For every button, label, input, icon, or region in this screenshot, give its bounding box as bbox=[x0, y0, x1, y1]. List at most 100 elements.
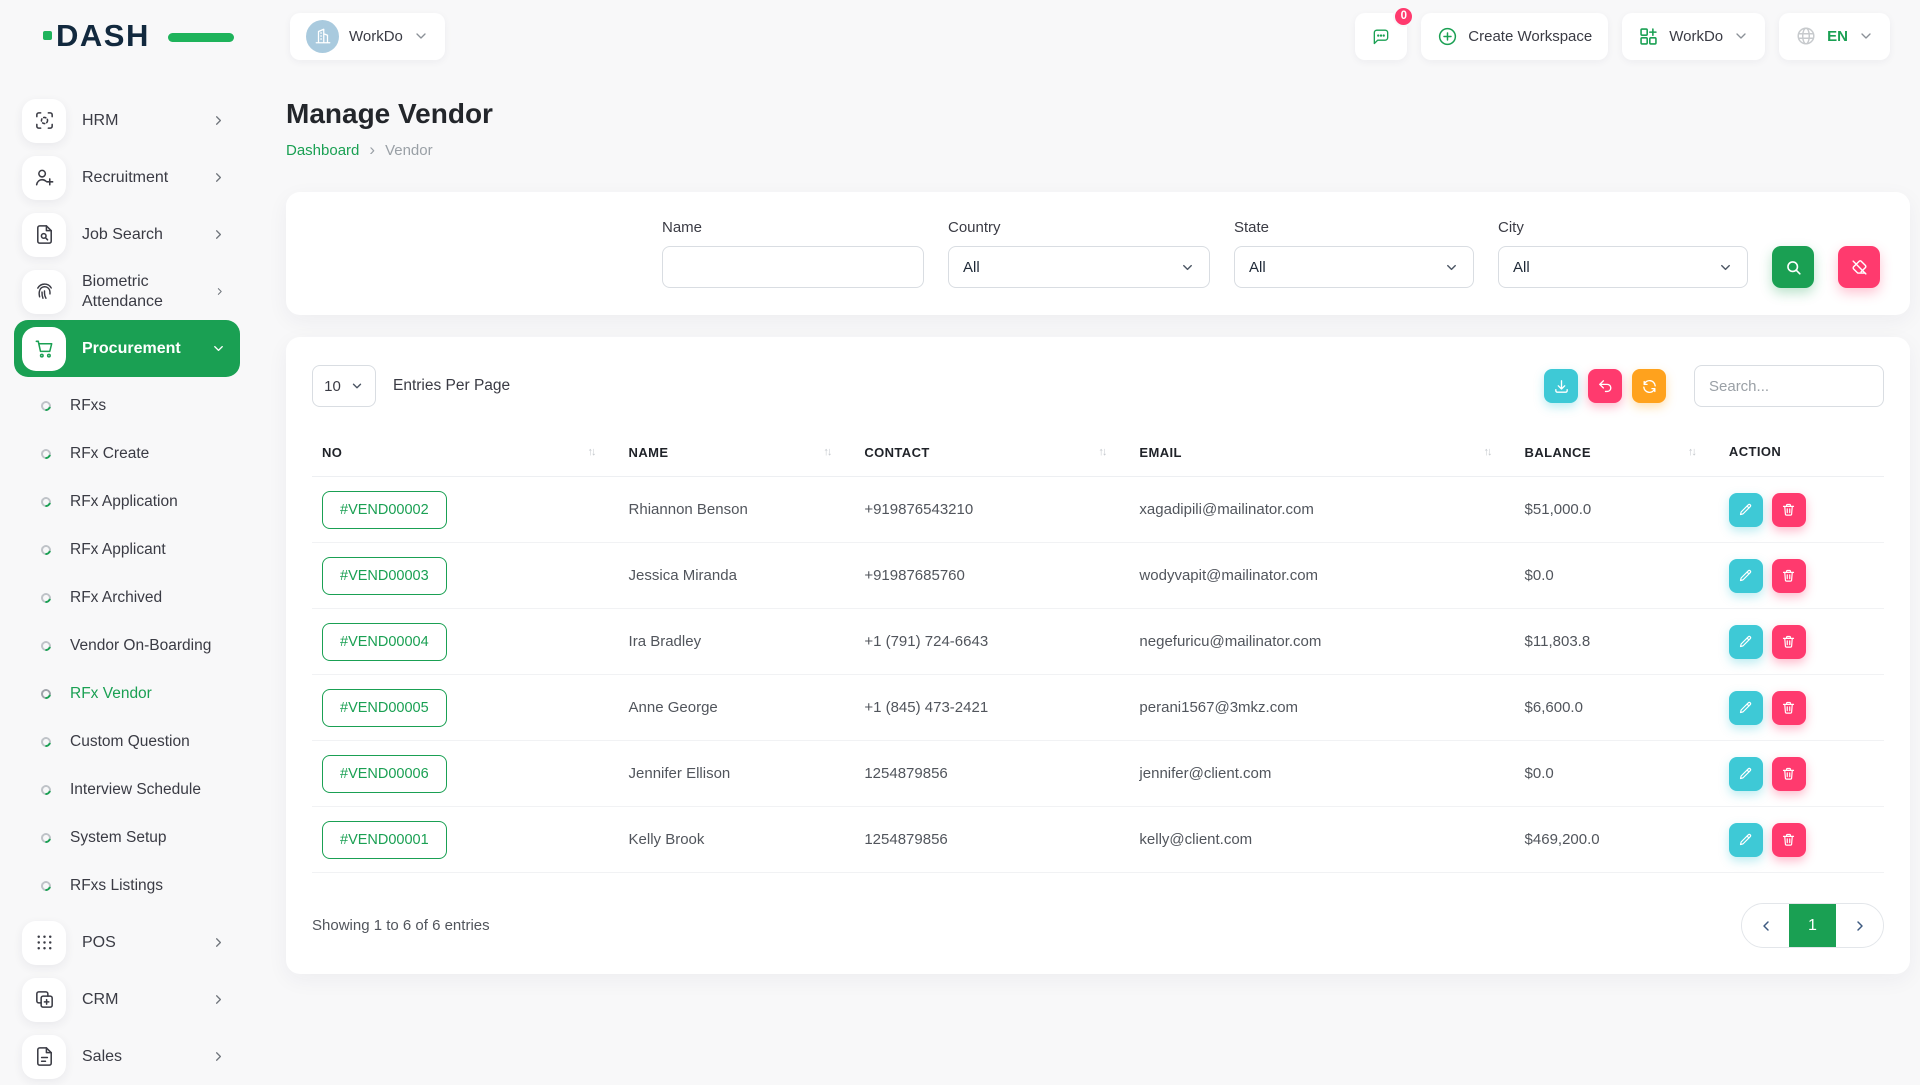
sort-icon[interactable]: ↑↓ bbox=[588, 446, 595, 458]
table-row: #VEND00006 Jennifer Ellison 1254879856 j… bbox=[312, 741, 1884, 807]
delete-button[interactable] bbox=[1772, 823, 1806, 857]
submenu-item-label: Vendor On-Boarding bbox=[70, 637, 211, 655]
submenu-item-vendor-on-boarding[interactable]: Vendor On-Boarding bbox=[14, 622, 240, 670]
submenu-item-rfxs[interactable]: RFxs bbox=[14, 382, 240, 430]
submenu-item-rfxs-listings[interactable]: RFxs Listings bbox=[14, 862, 240, 910]
header-actions: 0 Create Workspace WorkDo EN bbox=[1355, 13, 1890, 60]
sidebar-item-label: Biometric Attendance bbox=[82, 272, 198, 312]
next-page-button[interactable] bbox=[1836, 904, 1883, 947]
submenu-item-custom-question[interactable]: Custom Question bbox=[14, 718, 240, 766]
chat-icon bbox=[1371, 24, 1391, 48]
create-workspace-label: Create Workspace bbox=[1468, 28, 1592, 45]
delete-button[interactable] bbox=[1772, 559, 1806, 593]
vendor-id-badge[interactable]: #VEND00002 bbox=[322, 491, 447, 529]
submenu-item-system-setup[interactable]: System Setup bbox=[14, 814, 240, 862]
sidebar-item-job-search[interactable]: Job Search bbox=[14, 206, 240, 263]
vendor-id-badge[interactable]: #VEND00003 bbox=[322, 557, 447, 595]
edit-button[interactable] bbox=[1729, 823, 1763, 857]
filter-state-select[interactable]: All bbox=[1234, 246, 1474, 288]
breadcrumb-current: Vendor bbox=[385, 142, 433, 159]
sort-icon[interactable]: ↑↓ bbox=[823, 446, 830, 458]
bullet-icon bbox=[39, 879, 53, 893]
edit-button[interactable] bbox=[1729, 757, 1763, 791]
create-workspace-button[interactable]: Create Workspace bbox=[1421, 13, 1608, 60]
filter-state-label: State bbox=[1234, 219, 1474, 236]
sidebar-item-sales[interactable]: Sales bbox=[14, 1028, 240, 1085]
apply-filter-button[interactable] bbox=[1772, 246, 1814, 288]
submenu-item-rfx-create[interactable]: RFx Create bbox=[14, 430, 240, 478]
vendor-id-badge[interactable]: #VEND00006 bbox=[322, 755, 447, 793]
globe-icon bbox=[1795, 25, 1817, 47]
app-menu-label: WorkDo bbox=[1669, 28, 1723, 45]
column-header-name[interactable]: NAME bbox=[629, 445, 669, 460]
sidebar-item-biometric-attendance[interactable]: Biometric Attendance bbox=[14, 263, 240, 320]
trash-icon bbox=[1781, 634, 1796, 649]
sidebar-item-hrm[interactable]: HRM bbox=[14, 92, 240, 149]
export-button[interactable] bbox=[1544, 369, 1578, 403]
trash-icon bbox=[1781, 568, 1796, 583]
delete-button[interactable] bbox=[1772, 493, 1806, 527]
vendor-contact: +1 (791) 724-6643 bbox=[854, 609, 1129, 675]
vendor-id-badge[interactable]: #VEND00004 bbox=[322, 623, 447, 661]
column-header-email[interactable]: EMAIL bbox=[1139, 445, 1181, 460]
submenu-item-rfx-vendor[interactable]: RFx Vendor bbox=[14, 670, 240, 718]
chevron-down-icon bbox=[211, 341, 226, 356]
vendor-name: Rhiannon Benson bbox=[619, 477, 855, 543]
vendor-balance: $0.0 bbox=[1515, 741, 1719, 807]
vendor-id-badge[interactable]: #VEND00001 bbox=[322, 821, 447, 859]
submenu-item-rfx-application[interactable]: RFx Application bbox=[14, 478, 240, 526]
chevron-down-icon bbox=[1858, 28, 1874, 44]
delete-button[interactable] bbox=[1772, 691, 1806, 725]
table-row: #VEND00005 Anne George +1 (845) 473-2421… bbox=[312, 675, 1884, 741]
messages-button[interactable]: 0 bbox=[1355, 13, 1407, 60]
edit-button[interactable] bbox=[1729, 559, 1763, 593]
sidebar-item-crm[interactable]: CRM bbox=[14, 971, 240, 1028]
submenu-item-label: RFx Application bbox=[70, 493, 178, 511]
page-number-current[interactable]: 1 bbox=[1789, 904, 1836, 947]
plus-circle-icon bbox=[1437, 26, 1458, 47]
user-plus-icon bbox=[22, 156, 66, 200]
edit-button[interactable] bbox=[1729, 493, 1763, 527]
chevron-right-icon bbox=[211, 1049, 226, 1064]
entries-per-page-select[interactable]: 10 bbox=[312, 365, 376, 407]
delete-button[interactable] bbox=[1772, 625, 1806, 659]
sidebar-item-pos[interactable]: POS bbox=[14, 914, 240, 971]
sort-icon[interactable]: ↑↓ bbox=[1688, 446, 1695, 458]
filter-city-value: All bbox=[1513, 259, 1530, 276]
column-header-balance[interactable]: BALANCE bbox=[1525, 445, 1591, 460]
main-content: Manage Vendor Dashboard › Vendor Name Co… bbox=[250, 72, 1920, 974]
refresh-button[interactable] bbox=[1632, 369, 1666, 403]
edit-button[interactable] bbox=[1729, 625, 1763, 659]
sidebar-item-label: Sales bbox=[82, 1047, 122, 1067]
table-row: #VEND00004 Ira Bradley +1 (791) 724-6643… bbox=[312, 609, 1884, 675]
logo-text: DASH bbox=[56, 18, 150, 53]
vendor-id-badge[interactable]: #VEND00005 bbox=[322, 689, 447, 727]
workspace-switcher[interactable]: WorkDo bbox=[290, 13, 445, 60]
column-header-contact[interactable]: CONTACT bbox=[864, 445, 929, 460]
vendor-email: perani1567@3mkz.com bbox=[1129, 675, 1514, 741]
app-logo[interactable]: DASH bbox=[56, 18, 206, 54]
breadcrumb-dashboard-link[interactable]: Dashboard bbox=[286, 142, 359, 159]
sidebar-item-recruitment[interactable]: Recruitment bbox=[14, 149, 240, 206]
submenu-item-rfx-applicant[interactable]: RFx Applicant bbox=[14, 526, 240, 574]
sort-icon[interactable]: ↑↓ bbox=[1484, 446, 1491, 458]
previous-page-button[interactable] bbox=[1742, 904, 1789, 947]
sort-icon[interactable]: ↑↓ bbox=[1098, 446, 1105, 458]
reset-filter-button[interactable] bbox=[1838, 246, 1880, 288]
table-search-input[interactable] bbox=[1694, 365, 1884, 407]
language-selector[interactable]: EN bbox=[1779, 13, 1890, 60]
edit-button[interactable] bbox=[1729, 691, 1763, 725]
submenu-item-rfx-archived[interactable]: RFx Archived bbox=[14, 574, 240, 622]
filter-country-select[interactable]: All bbox=[948, 246, 1210, 288]
vendor-name: Ira Bradley bbox=[619, 609, 855, 675]
filter-name-input[interactable] bbox=[662, 246, 924, 288]
sidebar-item-procurement[interactable]: Procurement bbox=[14, 320, 240, 377]
delete-button[interactable] bbox=[1772, 757, 1806, 791]
chevron-right-icon bbox=[211, 113, 226, 128]
column-header-no[interactable]: NO bbox=[322, 445, 342, 460]
back-button[interactable] bbox=[1588, 369, 1622, 403]
table-row: #VEND00002 Rhiannon Benson +919876543210… bbox=[312, 477, 1884, 543]
app-menu-button[interactable]: WorkDo bbox=[1622, 13, 1765, 60]
filter-city-select[interactable]: All bbox=[1498, 246, 1748, 288]
submenu-item-interview-schedule[interactable]: Interview Schedule bbox=[14, 766, 240, 814]
